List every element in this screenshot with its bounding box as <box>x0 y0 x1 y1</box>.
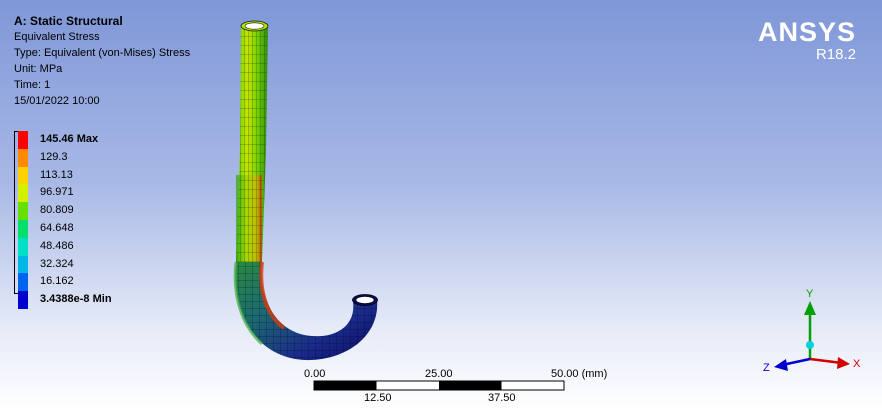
z-axis-label: Z <box>763 362 770 374</box>
top-end-bore <box>244 22 265 30</box>
x-axis-arrow-icon <box>837 357 850 369</box>
graphics-viewport[interactable]: A: Static Structural Equivalent Stress T… <box>0 0 882 411</box>
z-axis-arrow-icon <box>774 359 788 371</box>
axis-triad[interactable]: Y X Z <box>760 285 870 380</box>
y-axis-arrow-icon <box>804 301 816 315</box>
x-axis-line <box>809 357 843 365</box>
y-axis-label: Y <box>806 288 814 300</box>
tube-straight <box>236 26 268 262</box>
hook-mesh-model[interactable] <box>0 0 882 411</box>
triad-center-icon[interactable] <box>806 341 814 349</box>
tube-bend <box>233 261 378 361</box>
bottom-end-bore <box>355 296 375 304</box>
x-axis-label: X <box>853 358 861 370</box>
